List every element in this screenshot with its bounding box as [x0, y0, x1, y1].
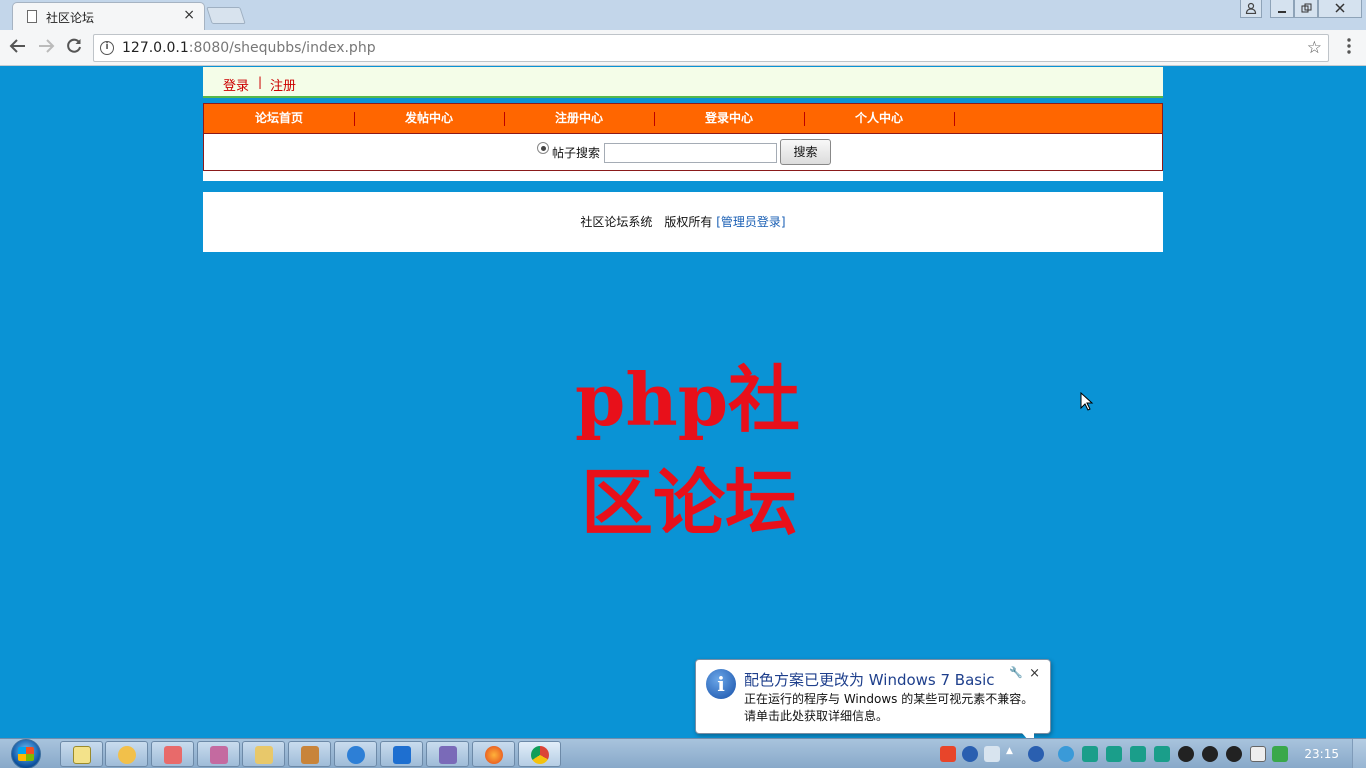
taskbar-app-database[interactable]	[197, 741, 240, 767]
browser-toolbar: i 127.0.0.1:8080/shequbbs/index.php ☆	[0, 30, 1366, 66]
nav-item-login-center[interactable]: 登录中心	[654, 104, 804, 133]
sync-icon[interactable]	[1154, 746, 1170, 762]
browser-tab[interactable]: 社区论坛 ×	[12, 2, 205, 30]
book-icon	[301, 746, 319, 764]
main-box: 论坛首页 发帖中心 注册中心 登录中心 个人中心 帖子搜索 搜索	[203, 103, 1163, 181]
footer-copyright: 社区论坛系统 版权所有	[580, 215, 713, 229]
explorer-search-icon	[118, 746, 136, 764]
browser-tab-bar: 社区论坛 ×	[0, 0, 1366, 30]
taskbar-app-teamviewer[interactable]	[380, 741, 423, 767]
ie-icon	[347, 746, 365, 764]
taskbar-app-paint[interactable]	[151, 741, 194, 767]
overlay-title-line2: 区论坛	[581, 460, 798, 545]
info-icon[interactable]: i	[100, 41, 114, 55]
firefox-icon	[485, 746, 503, 764]
restore-button[interactable]	[1294, 0, 1318, 18]
nav-item-post-center[interactable]: 发帖中心	[354, 104, 504, 133]
visual-studio-icon	[439, 746, 457, 764]
nav-item-personal-center[interactable]: 个人中心	[804, 104, 954, 133]
tray-info-icon[interactable]	[1028, 746, 1044, 762]
tab-close-icon[interactable]: ×	[183, 7, 195, 23]
new-tab-button[interactable]	[206, 7, 246, 24]
windows-logo-icon	[18, 747, 34, 761]
taskbar-app-search[interactable]	[105, 741, 148, 767]
sync-icon[interactable]	[1106, 746, 1122, 762]
login-link[interactable]: 登录	[223, 75, 249, 94]
search-button[interactable]: 搜索	[780, 139, 831, 165]
sync-icon[interactable]	[1130, 746, 1146, 762]
minimize-button[interactable]	[1270, 0, 1294, 18]
overlay-title: php社 区论坛	[575, 348, 835, 554]
nav-separator	[954, 112, 955, 126]
top-links-bar: 登录 | 注册	[203, 67, 1163, 98]
show-desktop-button[interactable]	[1352, 739, 1366, 768]
post-search-radio[interactable]	[537, 142, 549, 154]
balloon-message-line1: 正在运行的程序与 Windows 的某些可视元素不兼容。	[744, 692, 1034, 706]
balloon-close-icon[interactable]: ×	[1029, 666, 1040, 681]
admin-login-link[interactable]: [管理员登录]	[716, 215, 785, 229]
taskbar: ▲ 23:15	[0, 738, 1366, 768]
notification-balloon[interactable]: i 配色方案已更改为 Windows 7 Basic 🔧 × 正在运行的程序与 …	[695, 659, 1051, 747]
qq-icon[interactable]	[1226, 746, 1242, 762]
search-label: 帖子搜索	[552, 146, 601, 160]
top-links-separator: |	[258, 75, 263, 89]
taskbar-app-book[interactable]	[288, 741, 331, 767]
document-icon	[27, 10, 37, 23]
user-profile-button[interactable]	[1240, 0, 1262, 18]
page-footer: 社区论坛系统 版权所有 [管理员登录]	[203, 192, 1163, 252]
bookmark-star-icon[interactable]: ☆	[1307, 38, 1322, 58]
database-icon	[210, 746, 228, 764]
shield-icon[interactable]	[1272, 746, 1288, 762]
teamviewer-icon	[393, 746, 411, 764]
chrome-icon	[531, 746, 549, 764]
reload-icon[interactable]	[64, 37, 84, 57]
clock[interactable]: 23:15	[1304, 747, 1339, 761]
register-link[interactable]: 注册	[270, 75, 296, 94]
taskbar-app-firefox[interactable]	[472, 741, 515, 767]
balloon-title: 配色方案已更改为 Windows 7 Basic	[744, 671, 995, 689]
menu-icon[interactable]	[1339, 37, 1359, 57]
sogou-input-icon[interactable]	[940, 746, 956, 762]
antivirus-icon[interactable]	[1250, 746, 1266, 762]
nav-bar: 论坛首页 发帖中心 注册中心 登录中心 个人中心	[203, 103, 1163, 134]
wrench-icon[interactable]: 🔧	[1009, 666, 1023, 679]
taskbar-app-notepad[interactable]	[60, 741, 103, 767]
folder-icon	[255, 746, 273, 764]
back-icon[interactable]	[8, 37, 28, 57]
nav-item-register-center[interactable]: 注册中心	[504, 104, 654, 133]
show-hidden-icons-icon[interactable]: ▲	[1006, 746, 1016, 762]
taskbar-app-visual-studio[interactable]	[426, 741, 469, 767]
nav-item-forum-home[interactable]: 论坛首页	[204, 104, 354, 133]
taskbar-app-ie[interactable]	[334, 741, 377, 767]
url-text: 127.0.0.1:8080/shequbbs/index.php	[122, 40, 376, 56]
paint-icon	[164, 746, 182, 764]
search-input[interactable]	[604, 143, 777, 163]
close-window-button[interactable]	[1318, 0, 1362, 18]
qq-icon[interactable]	[1178, 746, 1194, 762]
notepad-icon	[73, 746, 91, 764]
keyboard-icon[interactable]	[984, 746, 1000, 762]
tab-title: 社区论坛	[46, 11, 95, 25]
search-row: 帖子搜索 搜索	[203, 134, 1163, 171]
balloon-message: 正在运行的程序与 Windows 的某些可视元素不兼容。 请单击此处获取详细信息…	[744, 691, 1033, 725]
overlay-title-line1: php社	[575, 357, 801, 442]
taskbar-app-chrome[interactable]	[518, 741, 561, 767]
balloon-message-line2: 请单击此处获取详细信息。	[744, 709, 889, 723]
start-button[interactable]	[8, 739, 44, 768]
info-icon: i	[706, 669, 736, 699]
forward-icon[interactable]	[36, 37, 56, 57]
network-icon[interactable]	[1058, 746, 1074, 762]
qq-icon[interactable]	[1202, 746, 1218, 762]
help-icon[interactable]	[962, 746, 978, 762]
taskbar-app-folder[interactable]	[242, 741, 285, 767]
sync-icon[interactable]	[1082, 746, 1098, 762]
address-bar[interactable]: i 127.0.0.1:8080/shequbbs/index.php ☆	[93, 34, 1329, 62]
page-viewport: 登录 | 注册 论坛首页 发帖中心 注册中心 登录中心 个人中心 帖子搜索 搜索…	[0, 66, 1366, 738]
